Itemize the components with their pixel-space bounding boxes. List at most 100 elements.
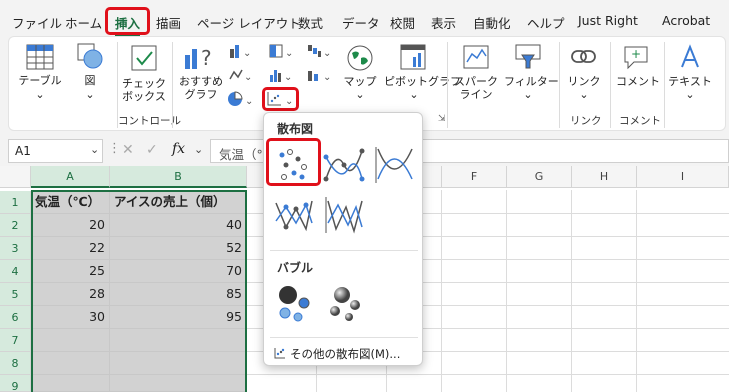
table-cell[interactable] bbox=[110, 375, 247, 392]
statistics-chart-icon[interactable]: ⌄ bbox=[268, 67, 296, 83]
table-cell[interactable] bbox=[31, 329, 110, 352]
illustration-button[interactable]: 図 bbox=[70, 74, 110, 87]
link-chevron-icon[interactable]: ⌄ bbox=[566, 88, 602, 101]
filter-chevron-icon[interactable]: ⌄ bbox=[504, 88, 552, 101]
row-header[interactable]: 2 bbox=[0, 214, 31, 237]
table-button[interactable]: テーブル bbox=[18, 74, 62, 87]
sparkline-label-2[interactable]: ライン bbox=[452, 88, 500, 101]
table-cell[interactable]: 85 bbox=[110, 283, 247, 306]
chart-dialog-launcher-icon[interactable]: ⇲ bbox=[438, 114, 446, 124]
tab-home[interactable]: ホーム bbox=[65, 13, 102, 32]
line-chart-icon[interactable]: ⌄ bbox=[228, 67, 256, 83]
text-icon[interactable] bbox=[676, 43, 704, 71]
table-cell[interactable]: 40 bbox=[110, 214, 247, 237]
tab-automate[interactable]: 自動化 bbox=[473, 13, 511, 32]
column-header-i[interactable]: I bbox=[637, 166, 729, 188]
tab-data[interactable]: データ bbox=[342, 13, 380, 32]
row-header[interactable]: 9 bbox=[0, 375, 31, 392]
waterfall-chart-icon[interactable]: ⌄ bbox=[306, 43, 334, 59]
table-cell[interactable] bbox=[31, 352, 110, 375]
table-cell[interactable]: 70 bbox=[110, 260, 247, 283]
table-cell[interactable]: 52 bbox=[110, 237, 247, 260]
table-cell[interactable]: 28 bbox=[31, 283, 110, 306]
scatter-markers-only-icon[interactable] bbox=[272, 143, 316, 187]
tab-draw[interactable]: 描画 bbox=[156, 13, 181, 32]
scatter-smooth-lines-markers-icon[interactable] bbox=[322, 143, 366, 187]
row-header[interactable]: 7 bbox=[0, 329, 31, 352]
table-cell[interactable] bbox=[110, 352, 247, 375]
pivot-chart-button[interactable]: ピボットグラフ bbox=[384, 75, 461, 88]
select-all-corner[interactable] bbox=[0, 166, 31, 188]
tab-help[interactable]: ヘルプ bbox=[527, 13, 565, 32]
comment-icon[interactable]: + bbox=[622, 44, 650, 70]
map-chevron-icon[interactable]: ⌄ bbox=[340, 88, 380, 101]
bubble-chart-icon[interactable] bbox=[272, 281, 316, 325]
insert-function-icon[interactable]: fx bbox=[172, 141, 185, 157]
cell-a1[interactable]: 気温（℃） bbox=[31, 191, 110, 214]
table-cell[interactable]: 20 bbox=[31, 214, 110, 237]
tab-just-right[interactable]: Just Right bbox=[578, 13, 638, 28]
combo-chart-icon[interactable]: ⌄ bbox=[306, 67, 334, 83]
recommended-charts-label-2[interactable]: グラフ bbox=[179, 88, 223, 101]
link-icon[interactable] bbox=[570, 46, 598, 68]
row-header[interactable]: 5 bbox=[0, 283, 31, 306]
recommended-charts-icon[interactable]: ? bbox=[183, 43, 217, 71]
table-cell[interactable] bbox=[31, 375, 110, 392]
table-cell[interactable]: 25 bbox=[31, 260, 110, 283]
table-icon[interactable] bbox=[26, 44, 54, 70]
column-header-h[interactable]: H bbox=[572, 166, 637, 188]
3d-bubble-chart-icon[interactable] bbox=[322, 281, 366, 325]
enter-icon[interactable]: ✓ bbox=[146, 142, 158, 158]
row-header[interactable]: 3 bbox=[0, 237, 31, 260]
column-header-a[interactable]: A bbox=[31, 166, 110, 188]
illustration-chevron-icon[interactable]: ⌄ bbox=[70, 88, 110, 101]
scatter-straight-lines-icon[interactable] bbox=[322, 193, 366, 237]
shapes-icon[interactable] bbox=[76, 42, 104, 70]
column-header-g[interactable]: G bbox=[507, 166, 572, 188]
checkbox-label-1[interactable]: チェック bbox=[122, 77, 166, 90]
sparkline-icon[interactable] bbox=[462, 44, 490, 70]
tab-review[interactable]: 校閲 bbox=[390, 13, 415, 32]
text-chevron-icon[interactable]: ⌄ bbox=[668, 88, 712, 101]
table-cell[interactable]: 22 bbox=[31, 237, 110, 260]
link-button[interactable]: リンク bbox=[566, 75, 602, 88]
filter-icon[interactable] bbox=[514, 43, 542, 71]
comment-button[interactable]: コメント bbox=[616, 75, 660, 88]
tab-formulas[interactable]: 数式 bbox=[298, 13, 323, 32]
name-box-chevron-icon[interactable]: ⌄ bbox=[90, 143, 99, 156]
formula-options-icon[interactable]: ⋮ bbox=[108, 141, 121, 156]
row-header[interactable]: 8 bbox=[0, 352, 31, 375]
column-header-f[interactable]: F bbox=[442, 166, 507, 188]
scatter-straight-lines-markers-icon[interactable] bbox=[272, 193, 316, 237]
tab-page-layout[interactable]: ページ レイアウト bbox=[197, 13, 301, 32]
table-cell[interactable]: 95 bbox=[110, 306, 247, 329]
checkbox-icon[interactable] bbox=[130, 44, 158, 72]
cell-b1[interactable]: アイスの売上（個） bbox=[110, 191, 247, 214]
filter-button[interactable]: フィルター bbox=[504, 75, 559, 88]
fx-chevron-icon[interactable]: ⌄ bbox=[194, 143, 203, 156]
scatter-smooth-lines-icon[interactable] bbox=[372, 143, 416, 187]
tab-acrobat[interactable]: Acrobat bbox=[662, 13, 710, 28]
text-button[interactable]: テキスト bbox=[668, 75, 712, 88]
sparkline-label-1[interactable]: スパーク bbox=[452, 75, 500, 88]
table-cell[interactable]: 30 bbox=[31, 306, 110, 329]
row-header[interactable]: 1 bbox=[0, 191, 31, 214]
row-header[interactable]: 4 bbox=[0, 260, 31, 283]
row-header[interactable]: 6 bbox=[0, 306, 31, 329]
recommended-charts-label-1[interactable]: おすすめ bbox=[179, 75, 223, 88]
pivot-chart-chevron-icon[interactable]: ⌄ bbox=[384, 88, 444, 101]
pie-chart-icon[interactable]: ⌄ bbox=[226, 90, 256, 108]
scatter-chart-button-icon[interactable]: ⌄ bbox=[266, 90, 296, 108]
checkbox-label-2[interactable]: ボックス bbox=[122, 90, 166, 103]
cancel-icon[interactable]: ✕ bbox=[122, 142, 134, 158]
table-chevron-icon[interactable]: ⌄ bbox=[18, 88, 62, 101]
pivot-chart-icon[interactable] bbox=[399, 43, 427, 71]
hierarchy-chart-icon[interactable]: ⌄ bbox=[268, 43, 296, 59]
column-chart-icon[interactable]: ⌄ bbox=[228, 43, 256, 59]
more-scatter-charts-item[interactable]: その他の散布図(M)... bbox=[274, 346, 419, 362]
tab-view[interactable]: 表示 bbox=[431, 13, 456, 32]
globe-icon[interactable] bbox=[346, 44, 374, 72]
name-box[interactable]: A1 bbox=[8, 139, 103, 163]
map-button[interactable]: マップ bbox=[340, 75, 380, 88]
column-header-b[interactable]: B bbox=[110, 166, 247, 188]
